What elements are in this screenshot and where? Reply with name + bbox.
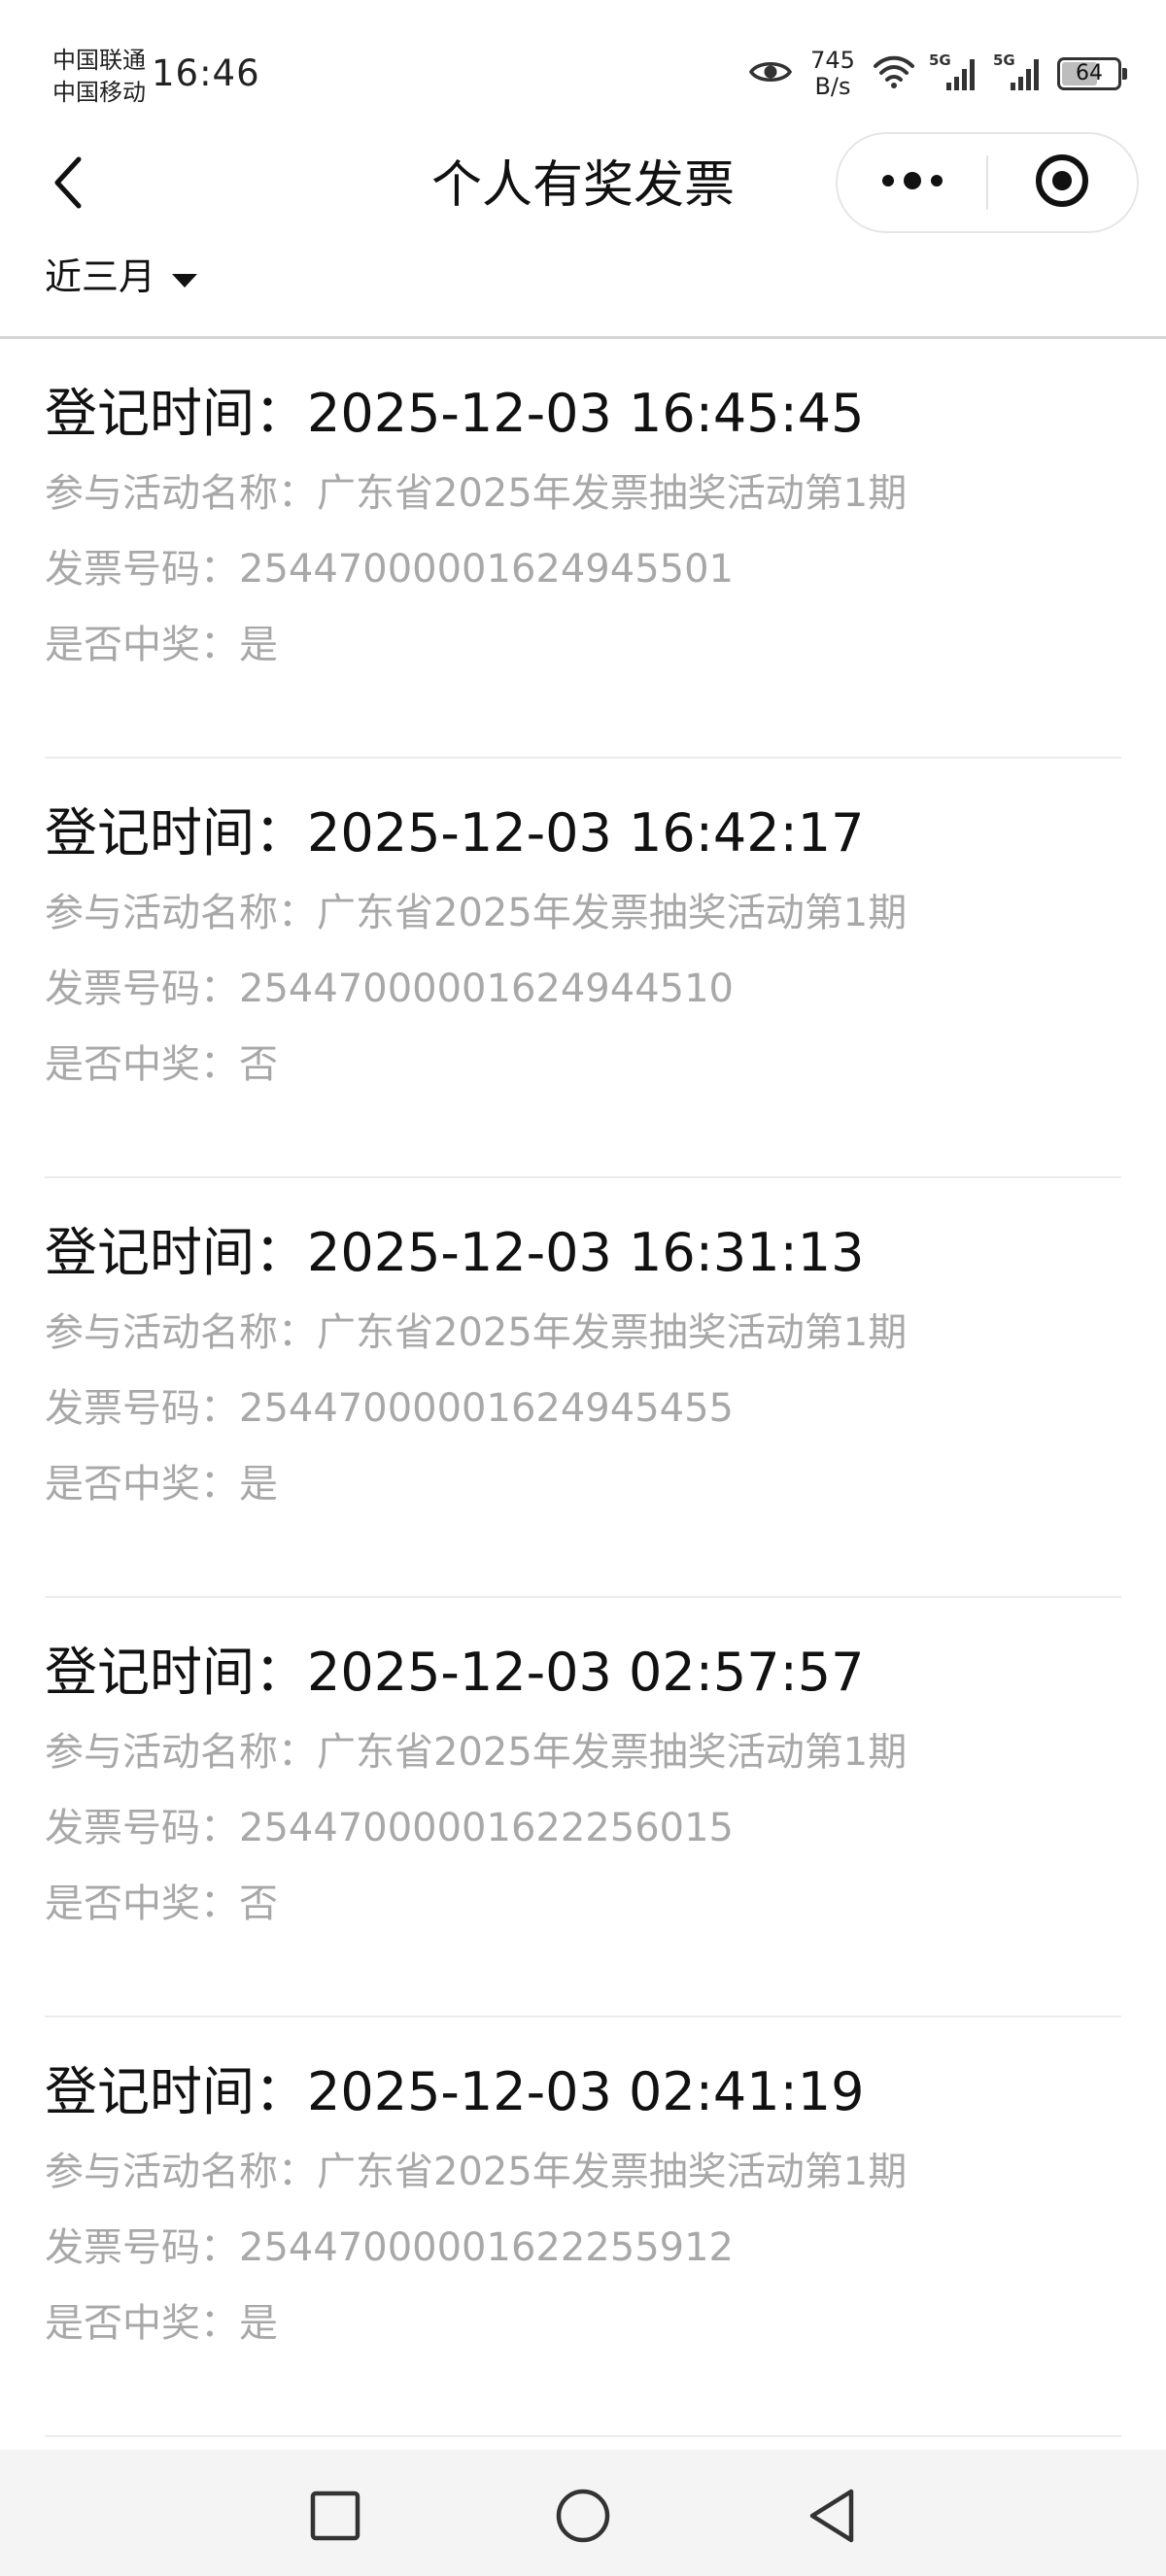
triangle-back-icon bbox=[806, 2488, 857, 2548]
record-time: 登记时间：2025-12-03 16:42:17 bbox=[45, 799, 1121, 875]
signal-label-1: 5G bbox=[929, 51, 951, 69]
recent-apps-button[interactable] bbox=[287, 2469, 384, 2566]
win-value: 是 bbox=[239, 623, 278, 667]
win-label: 是否中奖： bbox=[45, 1462, 239, 1507]
record-win: 是否中奖：是 bbox=[45, 1446, 1121, 1522]
eye-icon bbox=[748, 57, 793, 90]
home-button[interactable] bbox=[534, 2469, 632, 2566]
record-invoice: 发票号码：25447000001624945501 bbox=[45, 531, 1121, 607]
invoice-value: 25447000001624945455 bbox=[239, 1386, 734, 1431]
system-back-button[interactable] bbox=[783, 2469, 880, 2566]
activity-label: 参与活动名称： bbox=[45, 471, 317, 516]
record-invoice: 发票号码：25447000001624945455 bbox=[45, 1371, 1121, 1446]
more-button[interactable] bbox=[838, 134, 986, 231]
invoice-value: 25447000001622256015 bbox=[239, 1806, 734, 1850]
activity-label: 参与活动名称： bbox=[45, 891, 317, 935]
time-value: 2025-12-03 02:41:19 bbox=[307, 2061, 865, 2122]
record-activity: 参与活动名称：广东省2025年发票抽奖活动第1期 bbox=[45, 456, 1121, 531]
invoice-label: 发票号码： bbox=[45, 1806, 239, 1850]
time-label: 登记时间： bbox=[45, 1222, 307, 1283]
win-value: 否 bbox=[239, 1881, 278, 1926]
record-invoice: 发票号码：25447000001622256015 bbox=[45, 1790, 1121, 1866]
win-label: 是否中奖： bbox=[45, 2301, 239, 2346]
record-time: 登记时间：2025-12-03 16:31:13 bbox=[45, 1219, 1121, 1295]
net-speed: 745 B/s bbox=[806, 48, 859, 100]
record-activity: 参与活动名称：广东省2025年发票抽奖活动第1期 bbox=[45, 1714, 1121, 1790]
record-win: 是否中奖：否 bbox=[45, 1027, 1121, 1102]
signal-label-2: 5G bbox=[993, 51, 1015, 69]
invoice-value: 25447000001622255912 bbox=[239, 2225, 734, 2270]
invoice-records-list: 登记时间：2025-12-03 16:45:45 参与活动名称：广东省2025年… bbox=[45, 339, 1121, 2437]
win-value: 是 bbox=[239, 2301, 278, 2346]
close-miniprogram-button[interactable] bbox=[988, 134, 1137, 231]
battery-level: 64 bbox=[1076, 61, 1103, 85]
win-label: 是否中奖： bbox=[45, 1042, 239, 1087]
record-item[interactable]: 登记时间：2025-12-03 16:31:13 参与活动名称：广东省2025年… bbox=[45, 1178, 1121, 1598]
record-activity: 参与活动名称：广东省2025年发票抽奖活动第1期 bbox=[45, 875, 1121, 951]
battery-icon: 64 bbox=[1057, 57, 1127, 90]
time-value: 2025-12-03 16:45:45 bbox=[307, 383, 865, 444]
time-value: 2025-12-03 02:57:57 bbox=[307, 1642, 865, 1703]
carrier-2: 中国移动 bbox=[52, 79, 146, 106]
time-label: 登记时间： bbox=[45, 1642, 307, 1703]
record-time: 登记时间：2025-12-03 02:57:57 bbox=[45, 1639, 1121, 1714]
carrier-info: 中国联通 中国移动 bbox=[52, 45, 146, 109]
record-activity: 参与活动名称：广东省2025年发票抽奖活动第1期 bbox=[45, 2134, 1121, 2210]
time-value: 2025-12-03 16:42:17 bbox=[307, 802, 865, 864]
invoice-label: 发票号码： bbox=[45, 966, 239, 1011]
time-label: 登记时间： bbox=[45, 2061, 307, 2122]
status-bar: 中国联通 中国移动 16:46 745 B/s 5G 5G 64 bbox=[0, 0, 1166, 146]
record-invoice: 发票号码：25447000001622255912 bbox=[45, 2210, 1121, 2286]
activity-value: 广东省2025年发票抽奖活动第1期 bbox=[317, 2150, 908, 2194]
invoice-value: 25447000001624945501 bbox=[239, 547, 734, 592]
activity-label: 参与活动名称： bbox=[45, 1310, 317, 1355]
record-win: 是否中奖：是 bbox=[45, 2286, 1121, 2361]
caret-down-icon bbox=[171, 251, 198, 303]
record-time: 登记时间：2025-12-03 02:41:19 bbox=[45, 2058, 1121, 2134]
activity-label: 参与活动名称： bbox=[45, 1730, 317, 1775]
record-win: 是否中奖：是 bbox=[45, 607, 1121, 683]
filter-label: 近三月 bbox=[45, 255, 156, 298]
time-label: 登记时间： bbox=[45, 802, 307, 864]
carrier-1: 中国联通 bbox=[52, 47, 146, 74]
record-item[interactable]: 登记时间：2025-12-03 02:57:57 参与活动名称：广东省2025年… bbox=[45, 1598, 1121, 2017]
wifi-icon bbox=[873, 53, 915, 94]
invoice-label: 发票号码： bbox=[45, 2225, 239, 2270]
record-item[interactable]: 登记时间：2025-12-03 16:45:45 参与活动名称：广东省2025年… bbox=[45, 339, 1121, 759]
nav-bar: 个人有奖发票 bbox=[0, 126, 1166, 243]
invoice-value: 25447000001624944510 bbox=[239, 966, 734, 1011]
net-speed-unit: B/s bbox=[814, 73, 851, 100]
win-label: 是否中奖： bbox=[45, 623, 239, 667]
signal-icon-2: 5G bbox=[993, 51, 1044, 92]
more-dots-icon bbox=[880, 171, 944, 194]
status-icons: 745 B/s 5G 5G 64 bbox=[748, 47, 1127, 101]
win-value: 是 bbox=[239, 1462, 278, 1507]
date-range-filter[interactable]: 近三月 bbox=[45, 251, 198, 303]
square-icon bbox=[310, 2491, 360, 2545]
time-value: 2025-12-03 16:31:13 bbox=[307, 1222, 865, 1283]
system-nav-bar bbox=[0, 2450, 1166, 2576]
activity-value: 广东省2025年发票抽奖活动第1期 bbox=[317, 471, 908, 516]
record-win: 是否中奖：否 bbox=[45, 1866, 1121, 1942]
record-invoice: 发票号码：25447000001624944510 bbox=[45, 951, 1121, 1027]
mini-program-capsule bbox=[836, 132, 1139, 233]
time-label: 登记时间： bbox=[45, 383, 307, 444]
record-item[interactable]: 登记时间：2025-12-03 16:42:17 参与活动名称：广东省2025年… bbox=[45, 759, 1121, 1178]
win-value: 否 bbox=[239, 1042, 278, 1087]
invoice-label: 发票号码： bbox=[45, 547, 239, 592]
target-close-icon bbox=[1034, 153, 1090, 213]
invoice-label: 发票号码： bbox=[45, 1386, 239, 1431]
record-activity: 参与活动名称：广东省2025年发票抽奖活动第1期 bbox=[45, 1295, 1121, 1371]
record-item[interactable]: 登记时间：2025-12-03 02:41:19 参与活动名称：广东省2025年… bbox=[45, 2017, 1121, 2437]
circle-icon bbox=[555, 2488, 611, 2548]
record-time: 登记时间：2025-12-03 16:45:45 bbox=[45, 380, 1121, 456]
status-time: 16:46 bbox=[152, 52, 260, 94]
signal-icon-1: 5G bbox=[929, 51, 979, 92]
win-label: 是否中奖： bbox=[45, 1881, 239, 1926]
activity-value: 广东省2025年发票抽奖活动第1期 bbox=[317, 1730, 908, 1775]
activity-value: 广东省2025年发票抽奖活动第1期 bbox=[317, 891, 908, 935]
activity-value: 广东省2025年发票抽奖活动第1期 bbox=[317, 1310, 908, 1355]
net-speed-value: 745 bbox=[810, 47, 855, 74]
activity-label: 参与活动名称： bbox=[45, 2150, 317, 2194]
